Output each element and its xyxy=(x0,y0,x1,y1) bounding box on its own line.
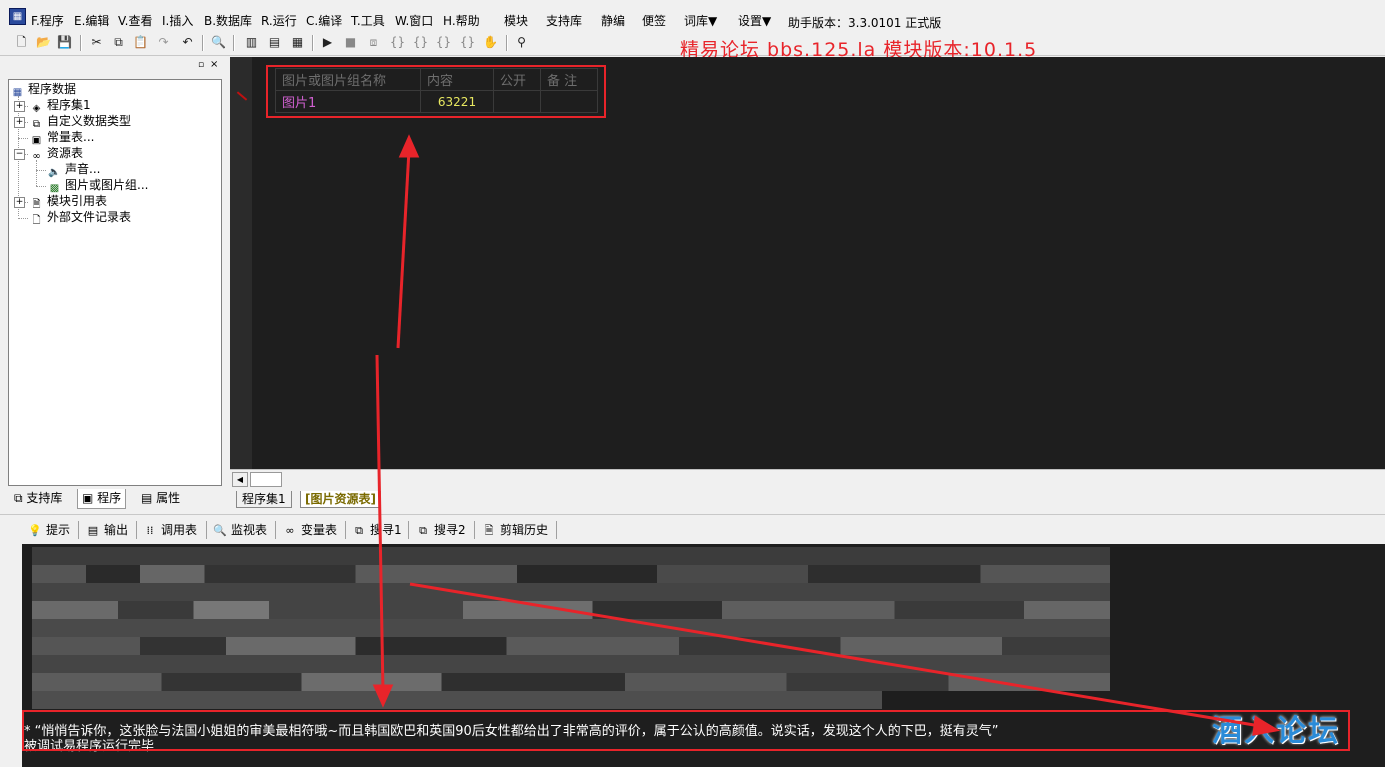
arrow-right-line xyxy=(409,582,1261,728)
arrow-down-head xyxy=(372,684,394,708)
arrow-right-head xyxy=(1252,715,1281,736)
arrow-down-line xyxy=(375,354,385,693)
arrow-up-line xyxy=(396,149,411,349)
annotation-arrows xyxy=(372,134,1281,736)
arrow-up-head xyxy=(398,134,420,158)
